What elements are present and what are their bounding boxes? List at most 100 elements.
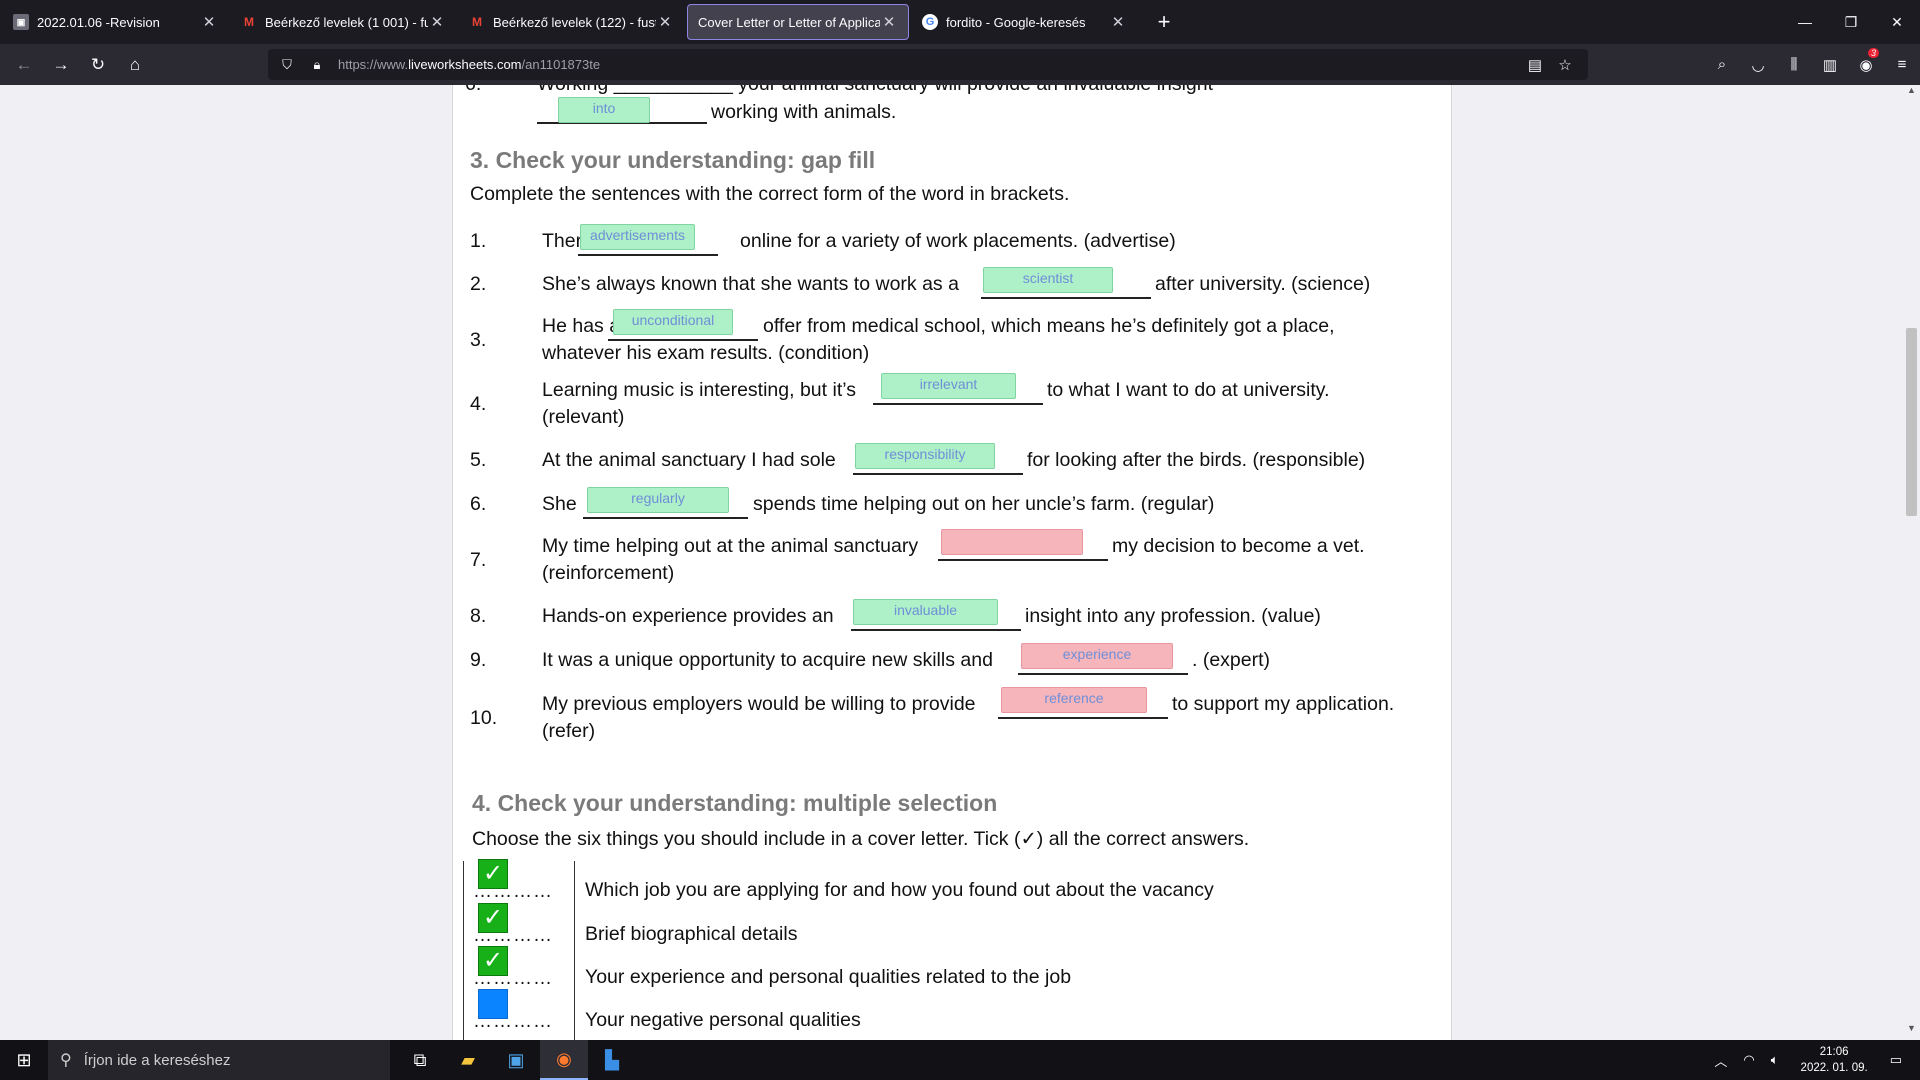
minimize-button[interactable]: — <box>1782 0 1828 44</box>
table-column-divider <box>574 861 575 1040</box>
dotted-line: ………… <box>473 881 553 902</box>
search-icon: ⚲ <box>60 1052 72 1069</box>
close-icon[interactable]: ✕ <box>656 13 674 31</box>
tab-revision[interactable]: ▣ 2022.01.06 -Revision ✕ <box>3 4 228 40</box>
sentence-after: after university. (science) <box>1155 273 1371 295</box>
menu-icon[interactable]: ≡ <box>1884 56 1920 73</box>
lock-icon[interactable]: 🔒︎ <box>306 57 328 73</box>
clock-date: 2022. 01. 09. <box>1800 1062 1868 1074</box>
sentence-after: my decision to become a vet. <box>1112 535 1365 557</box>
close-icon[interactable]: ✕ <box>1109 13 1127 31</box>
tab-title: Cover Letter or Letter of Application <box>698 14 880 30</box>
answer-blank <box>583 517 748 519</box>
sidebar-icon[interactable]: ▥ <box>1812 56 1848 74</box>
answer-box-correct[interactable]: unconditional <box>613 309 733 335</box>
answer-blank <box>938 559 1108 561</box>
item-number: 2. <box>470 273 487 295</box>
answer-blank <box>998 717 1168 719</box>
dotted-line: ………… <box>473 1011 553 1032</box>
answer-blank <box>578 254 718 256</box>
clock[interactable]: 21:06 2022. 01. 09. <box>1801 1044 1868 1076</box>
tab-gmail-2[interactable]: M Beérkező levelek (122) - fustos.l ✕ <box>459 4 684 40</box>
slides-icon: ▣ <box>13 14 29 30</box>
tab-google[interactable]: G fordito - Google-keresés ✕ <box>912 4 1137 40</box>
search-placeholder: Írjon ide a kereséshez <box>83 1051 231 1069</box>
close-icon[interactable]: ✕ <box>428 13 446 31</box>
answer-blank <box>1018 673 1188 675</box>
item-number: 8. <box>470 605 487 627</box>
answer-box-incorrect[interactable]: reference <box>1001 687 1147 713</box>
answer-box-correct[interactable]: scientist <box>983 267 1113 293</box>
answer-blank <box>981 297 1151 299</box>
restore-button[interactable]: ❐ <box>1828 0 1874 44</box>
section-3-instructions: Complete the sentences with the correct … <box>470 183 1070 205</box>
page-scrollbar[interactable]: ▲ ▼ <box>1903 85 1920 1040</box>
sentence-line2: (reinforcement) <box>542 562 675 584</box>
tab-title: 2022.01.06 -Revision <box>37 14 160 30</box>
windows-taskbar: ⊞ ⚲ Írjon ide a kereséshez ⧉ ▰ ▣ ◉ ▙ ︿ ◠… <box>0 1040 1920 1080</box>
bookmark-star-icon[interactable]: ☆ <box>1550 56 1580 74</box>
prev-item-line2: working with animals. <box>711 101 897 123</box>
answer-box-correct[interactable]: advertisements <box>580 224 695 250</box>
table-left-border <box>463 861 464 1040</box>
library-icon[interactable]: ⫼ <box>1776 56 1812 73</box>
answer-box-incorrect[interactable] <box>941 529 1083 555</box>
extension-icon[interactable]: ◉ 3 <box>1848 47 1884 74</box>
dotted-line: ………… <box>473 968 553 989</box>
windows-start-icon[interactable]: ⊞ <box>0 1040 48 1080</box>
url-bar[interactable]: ⛉ 🔒︎ https://www.liveworksheets.com/an11… <box>268 49 1588 80</box>
taskbar-search-box[interactable]: ⚲ Írjon ide a kereséshez <box>48 1040 390 1080</box>
tab-cover-letter[interactable]: Cover Letter or Letter of Application ✕ <box>687 4 909 40</box>
google-icon: G <box>922 14 938 30</box>
scroll-up-arrow-icon[interactable]: ▲ <box>1903 85 1920 102</box>
scroll-down-arrow-icon[interactable]: ▼ <box>1903 1023 1920 1040</box>
control-panel-icon[interactable]: ▣ <box>492 1040 540 1080</box>
prev-item-line1: Working ___________ your animal sanctuar… <box>537 85 1213 96</box>
volume-icon[interactable]: 🔈︎ <box>1771 1052 1779 1068</box>
tab-title: Beérkező levelek (1 001) - fustos <box>265 14 428 30</box>
notification-icon[interactable]: ▭ <box>1890 1052 1902 1068</box>
answer-box[interactable]: into <box>558 97 650 123</box>
sentence-before: It was a unique opportunity to acquire n… <box>542 649 993 671</box>
item-number: 10. <box>470 707 498 729</box>
answer-box-correct[interactable]: irrelevant <box>881 373 1016 399</box>
close-icon[interactable]: ✕ <box>880 13 898 31</box>
answer-box-correct[interactable]: responsibility <box>855 443 995 469</box>
item-number: 1. <box>470 230 487 252</box>
sentence-after: . (expert) <box>1192 649 1271 671</box>
search-icon[interactable]: ⌕ <box>1704 56 1740 73</box>
home-button[interactable]: ⌂ <box>117 49 153 81</box>
reader-view-icon[interactable]: ▤ <box>1520 56 1550 74</box>
sentence-before: She’s always known that she wants to wor… <box>542 273 959 295</box>
url-text[interactable]: https://www.liveworksheets.com/an1101873… <box>338 57 600 72</box>
answer-box-correct[interactable]: invaluable <box>853 599 998 625</box>
answer-box-correct[interactable]: regularly <box>587 487 729 513</box>
network-icon[interactable]: ◠ <box>1743 1052 1754 1068</box>
option-text: Your experience and personal qualities r… <box>585 966 1072 988</box>
file-explorer-icon[interactable]: ▰ <box>444 1040 492 1080</box>
tab-gmail-1[interactable]: M Beérkező levelek (1 001) - fustos ✕ <box>231 4 456 40</box>
navigation-bar: ← → ↻ ⌂ ⛉ 🔒︎ https://www.liveworksheets.… <box>0 44 1920 85</box>
chevron-up-icon[interactable]: ︿ <box>1714 1051 1727 1070</box>
close-window-button[interactable]: ✕ <box>1874 0 1920 44</box>
item-number: 7. <box>470 549 487 571</box>
back-button[interactable]: ← <box>6 49 42 81</box>
answer-box-incorrect[interactable]: experience <box>1021 643 1173 669</box>
section-4-heading: 4. Check your understanding: multiple se… <box>472 790 998 816</box>
new-tab-button[interactable]: + <box>1149 9 1179 35</box>
answer-blank <box>608 339 758 341</box>
shield-icon[interactable]: ⛉ <box>276 57 298 73</box>
close-icon[interactable]: ✕ <box>200 13 218 31</box>
firefox-icon[interactable]: ◉ <box>540 1040 588 1080</box>
forward-button[interactable]: → <box>43 49 79 81</box>
option-text: Your negative personal qualities <box>585 1009 861 1031</box>
pocket-icon[interactable]: ◡ <box>1740 56 1776 74</box>
answer-blank <box>851 629 1021 631</box>
task-view-icon[interactable]: ⧉ <box>396 1040 444 1080</box>
scrollbar-thumb[interactable] <box>1906 328 1917 516</box>
reload-button[interactable]: ↻ <box>80 49 116 81</box>
clock-time: 21:06 <box>1819 1046 1849 1058</box>
item-number: 3. <box>470 329 487 351</box>
photos-app-icon[interactable]: ▙ <box>588 1040 636 1080</box>
dotted-line: ………… <box>473 925 553 946</box>
